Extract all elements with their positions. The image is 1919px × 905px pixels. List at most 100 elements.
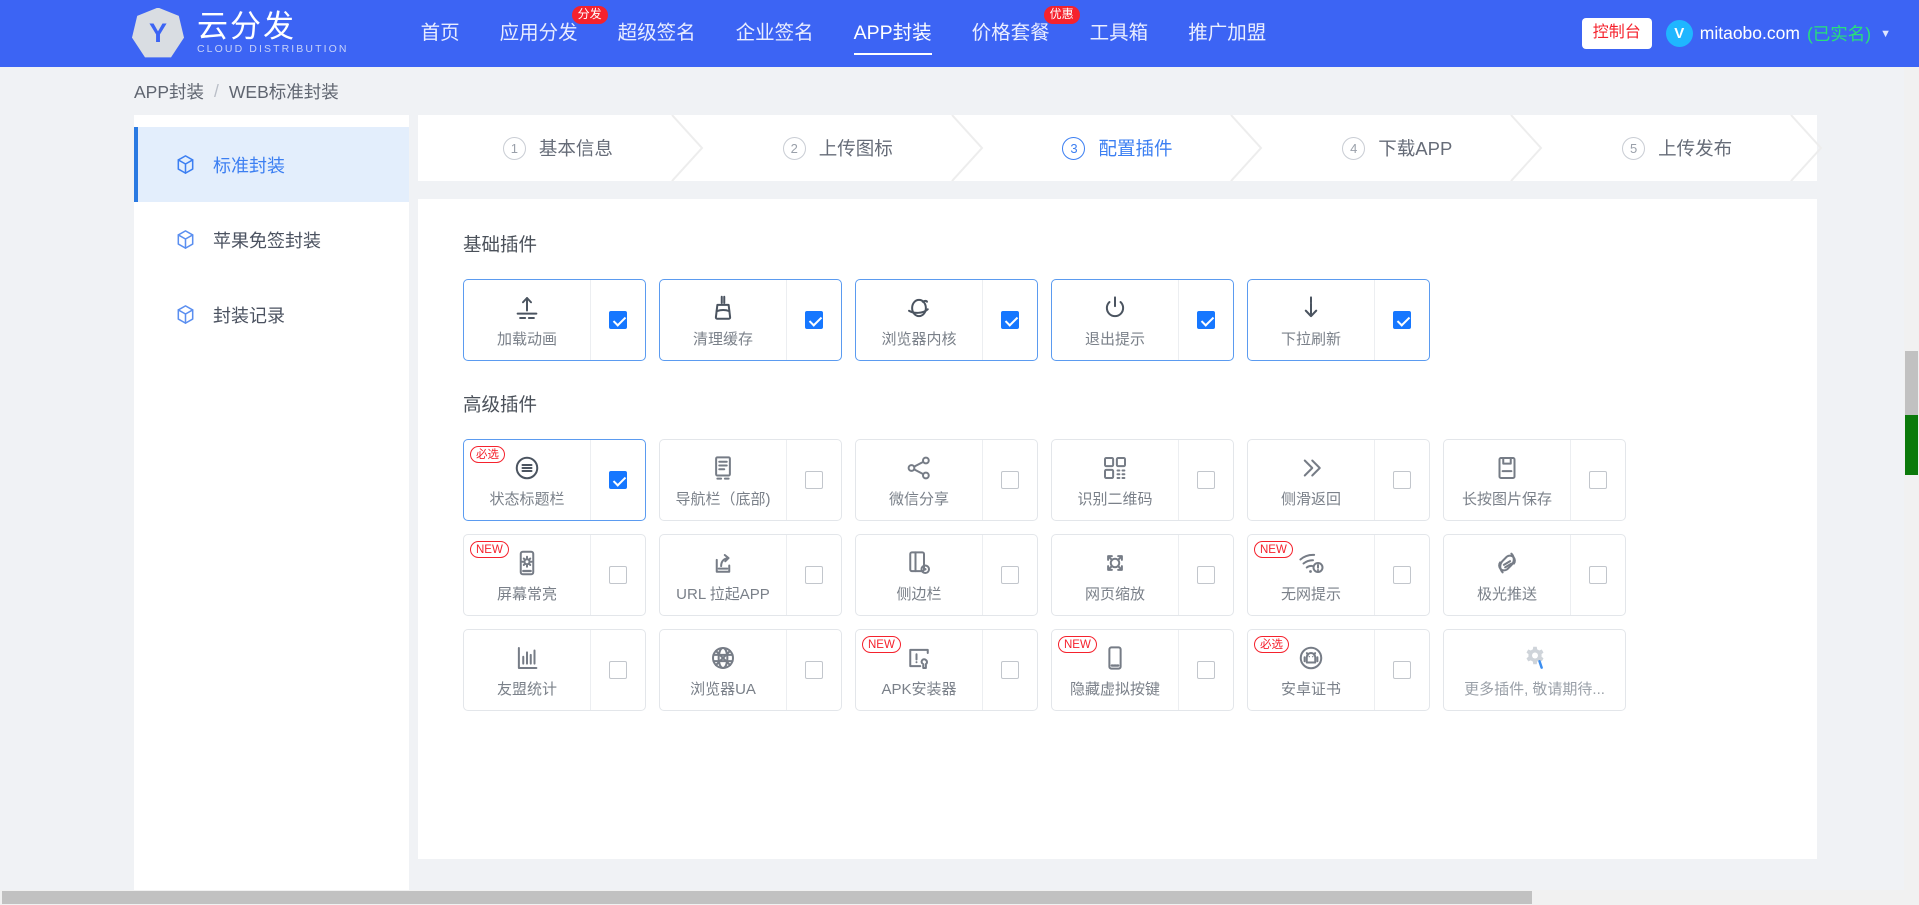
- plugin-checkbox-cell[interactable]: [1179, 280, 1233, 360]
- nav-link-8[interactable]: 推广加盟: [1168, 0, 1286, 67]
- plugin-checkbox[interactable]: [1197, 311, 1215, 329]
- chevron-down-icon[interactable]: ▼: [1880, 28, 1891, 40]
- plugin-checkbox[interactable]: [1393, 661, 1411, 679]
- plugin-checkbox-cell[interactable]: [983, 440, 1037, 520]
- plugin-checkbox-cell[interactable]: [1375, 630, 1429, 710]
- plugin-checkbox[interactable]: [805, 661, 823, 679]
- vertical-scrollbar[interactable]: [1904, 67, 1919, 890]
- sidebar-item-1[interactable]: 标准封装: [134, 127, 409, 202]
- console-button[interactable]: 控制台: [1582, 18, 1652, 49]
- plugin-checkbox[interactable]: [1589, 471, 1607, 489]
- plugin-card-友盟统计[interactable]: 友盟统计: [463, 629, 646, 711]
- nav-link-5[interactable]: APP封装: [834, 0, 952, 67]
- plugin-card-清理缓存[interactable]: 清理缓存: [659, 279, 842, 361]
- plugin-card-APK安装器[interactable]: NEWAPK安装器: [855, 629, 1038, 711]
- plugin-card-极光推送[interactable]: 极光推送: [1443, 534, 1626, 616]
- plugin-checkbox[interactable]: [1001, 661, 1019, 679]
- plugin-checkbox[interactable]: [609, 661, 627, 679]
- plugin-label: 安卓证书: [1281, 678, 1341, 699]
- plugin-card-识别二维码[interactable]: 识别二维码: [1051, 439, 1234, 521]
- plugin-checkbox-cell[interactable]: [1375, 440, 1429, 520]
- globe-icon: [708, 643, 738, 673]
- plugin-card-侧滑返回[interactable]: 侧滑返回: [1247, 439, 1430, 521]
- step-4[interactable]: 4下载APP: [1257, 115, 1537, 181]
- plugin-checkbox-cell[interactable]: [591, 535, 645, 615]
- nav-link-6[interactable]: 价格套餐优惠: [952, 0, 1070, 67]
- plugin-checkbox-cell[interactable]: [983, 630, 1037, 710]
- plugin-checkbox-cell[interactable]: [787, 440, 841, 520]
- step-1[interactable]: 1基本信息: [418, 115, 698, 181]
- vertical-scrollbar-thumb[interactable]: [1905, 415, 1918, 475]
- plugin-checkbox-cell[interactable]: [1179, 440, 1233, 520]
- plugin-card-屏幕常亮[interactable]: NEW屏幕常亮: [463, 534, 646, 616]
- nav-link-1[interactable]: 首页: [401, 0, 480, 67]
- plugin-checkbox[interactable]: [1393, 566, 1411, 584]
- plugin-checkbox-cell[interactable]: [787, 535, 841, 615]
- horizontal-scrollbar[interactable]: [0, 890, 1904, 905]
- plugin-card-加载动画[interactable]: 加载动画: [463, 279, 646, 361]
- step-label: 下载APP: [1378, 135, 1452, 161]
- plugin-checkbox[interactable]: [609, 566, 627, 584]
- step-5[interactable]: 5上传发布: [1537, 115, 1817, 181]
- cube-icon: [174, 228, 197, 251]
- brand-logo[interactable]: Y 云分发 CLOUD DISTRIBUTION: [132, 8, 349, 60]
- plugin-card-长按图片保存[interactable]: 长按图片保存: [1443, 439, 1626, 521]
- nav-link-4[interactable]: 企业签名: [716, 0, 834, 67]
- plugin-card-URL 拉起APP[interactable]: URL 拉起APP: [659, 534, 842, 616]
- plugin-card-网页缩放[interactable]: 网页缩放: [1051, 534, 1234, 616]
- plugin-card-浏览器UA[interactable]: 浏览器UA: [659, 629, 842, 711]
- plugin-checkbox[interactable]: [805, 471, 823, 489]
- step-3[interactable]: 3配置插件: [978, 115, 1258, 181]
- plugin-card-隐藏虚拟按键[interactable]: NEW隐藏虚拟按键: [1051, 629, 1234, 711]
- plugin-checkbox-cell[interactable]: [1571, 535, 1625, 615]
- plugin-card-安卓证书[interactable]: 必选安卓证书: [1247, 629, 1430, 711]
- plugin-checkbox[interactable]: [609, 471, 627, 489]
- plugin-checkbox-cell[interactable]: [591, 630, 645, 710]
- jpush-icon: [1492, 548, 1522, 578]
- plugin-checkbox[interactable]: [1197, 566, 1215, 584]
- user-menu[interactable]: V mitaobo.com (已实名) ▼: [1666, 20, 1891, 47]
- nav-link-3[interactable]: 超级签名: [598, 0, 716, 67]
- plugin-checkbox[interactable]: [1197, 471, 1215, 489]
- plugin-card-侧边栏[interactable]: 侧边栏: [855, 534, 1038, 616]
- plugin-checkbox[interactable]: [1197, 661, 1215, 679]
- step-2[interactable]: 2上传图标: [698, 115, 978, 181]
- plugin-checkbox[interactable]: [1393, 311, 1411, 329]
- breadcrumb-parent[interactable]: APP封装: [134, 79, 204, 104]
- plugin-card-无网提示[interactable]: NEW无网提示: [1247, 534, 1430, 616]
- plugin-card-导航栏（底部)[interactable]: 导航栏（底部): [659, 439, 842, 521]
- plugin-checkbox[interactable]: [1001, 471, 1019, 489]
- plugin-checkbox[interactable]: [1001, 566, 1019, 584]
- nav-link-7[interactable]: 工具箱: [1070, 0, 1169, 67]
- vertical-scrollbar-thumb-upper[interactable]: [1905, 351, 1918, 415]
- plugin-checkbox[interactable]: [1393, 471, 1411, 489]
- plugin-checkbox-cell[interactable]: [983, 535, 1037, 615]
- plugin-checkbox-cell[interactable]: [983, 280, 1037, 360]
- plugin-card-退出提示[interactable]: 退出提示: [1051, 279, 1234, 361]
- plugin-checkbox-cell[interactable]: [591, 280, 645, 360]
- horizontal-scrollbar-thumb[interactable]: [2, 891, 1532, 904]
- plugin-checkbox[interactable]: [805, 311, 823, 329]
- plugin-checkbox-cell[interactable]: [1375, 535, 1429, 615]
- plugin-checkbox-cell[interactable]: [787, 630, 841, 710]
- plugin-card-微信分享[interactable]: 微信分享: [855, 439, 1038, 521]
- plugin-checkbox-cell[interactable]: [1571, 440, 1625, 520]
- plugin-checkbox-cell[interactable]: [1375, 280, 1429, 360]
- plugin-checkbox-cell[interactable]: [1179, 630, 1233, 710]
- plugin-checkbox-cell[interactable]: [591, 440, 645, 520]
- plugin-tag: 必选: [1254, 636, 1289, 653]
- plugin-card-下拉刷新[interactable]: 下拉刷新: [1247, 279, 1430, 361]
- plugin-checkbox[interactable]: [805, 566, 823, 584]
- plugin-checkbox-cell[interactable]: [787, 280, 841, 360]
- plugin-checkbox[interactable]: [1589, 566, 1607, 584]
- sidebar-item-2[interactable]: 苹果免签封装: [134, 202, 409, 277]
- nav-link-2[interactable]: 应用分发分发: [480, 0, 598, 67]
- sidebar-item-3[interactable]: 封装记录: [134, 277, 409, 352]
- advanced-plugins-grid: 必选状态标题栏导航栏（底部)微信分享识别二维码侧滑返回长按图片保存 NEW屏幕常亮…: [463, 439, 1817, 711]
- plugin-checkbox[interactable]: [1001, 311, 1019, 329]
- plugin-card-body: 浏览器UA: [660, 630, 787, 710]
- plugin-checkbox[interactable]: [609, 311, 627, 329]
- plugin-checkbox-cell[interactable]: [1179, 535, 1233, 615]
- plugin-card-浏览器内核[interactable]: 浏览器内核: [855, 279, 1038, 361]
- plugin-card-状态标题栏[interactable]: 必选状态标题栏: [463, 439, 646, 521]
